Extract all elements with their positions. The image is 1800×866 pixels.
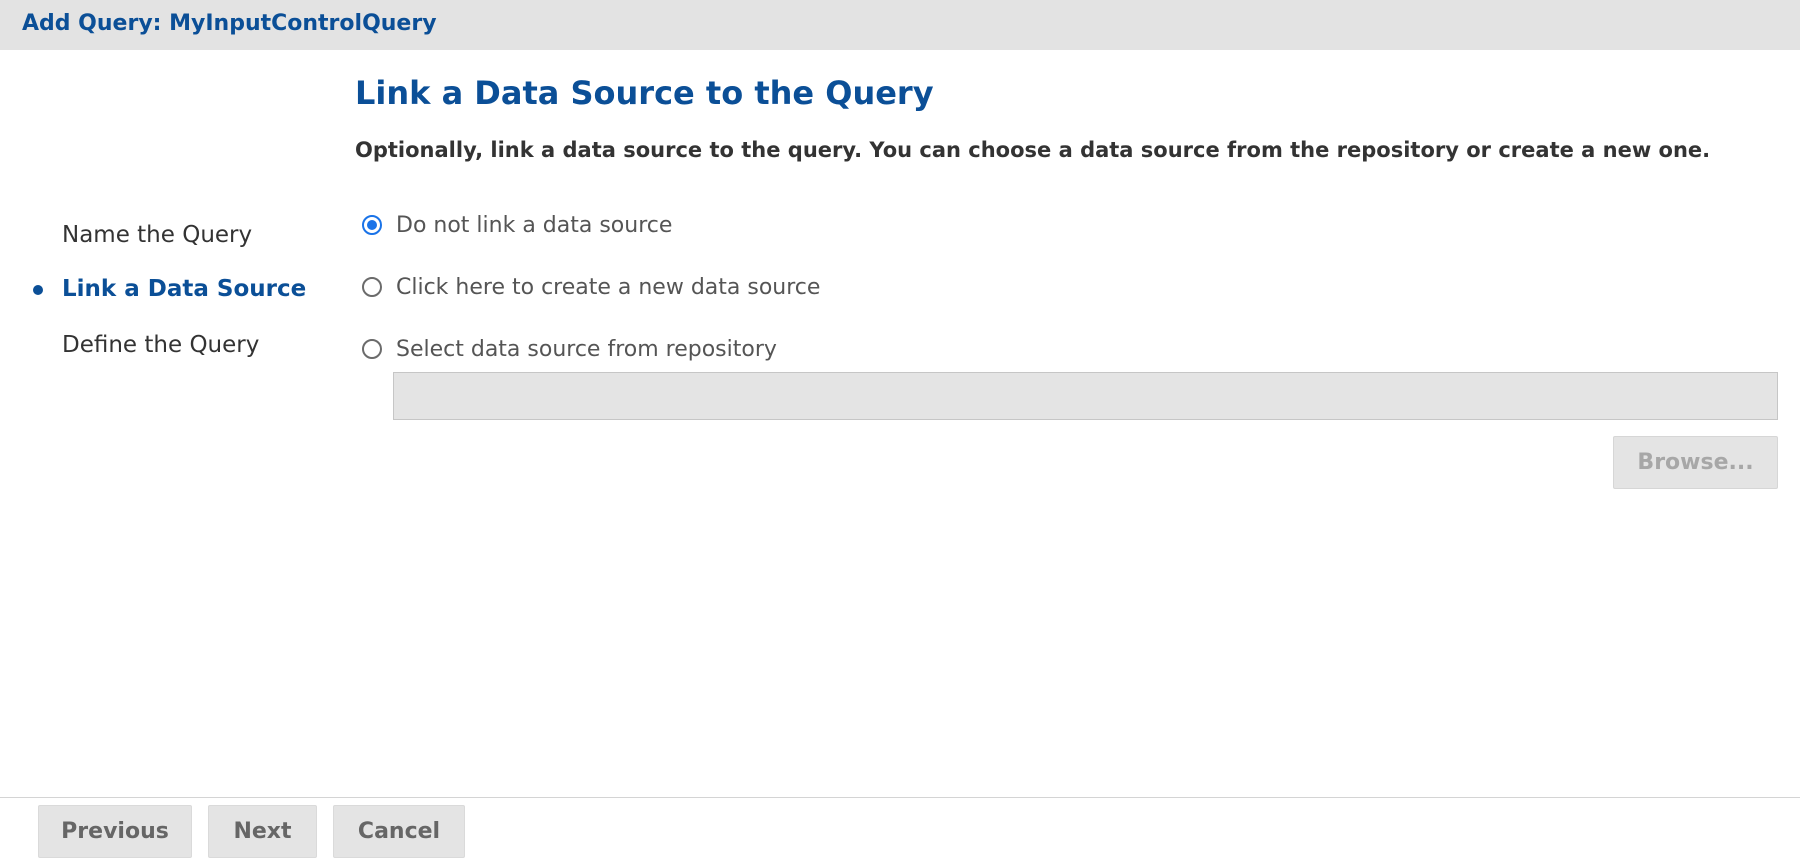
step-define-the-query[interactable]: Define the Query xyxy=(62,332,259,358)
active-step-bullet-icon xyxy=(33,285,43,295)
radio-no-data-source[interactable] xyxy=(362,215,382,235)
next-button[interactable]: Next xyxy=(208,805,317,858)
option-no-data-source-label[interactable]: Do not link a data source xyxy=(396,213,672,238)
radio-create-new-data-source[interactable] xyxy=(362,277,382,297)
radio-select-from-repository[interactable] xyxy=(362,339,382,359)
step-link-a-data-source[interactable]: Link a Data Source xyxy=(62,276,306,302)
cancel-button[interactable]: Cancel xyxy=(333,805,465,858)
browse-button[interactable]: Browse... xyxy=(1613,436,1778,489)
add-query-dialog: Add Query: MyInputControlQuery Name the … xyxy=(0,0,1800,866)
page-description: Optionally, link a data source to the qu… xyxy=(355,138,1711,162)
footer-divider xyxy=(0,797,1800,798)
option-no-data-source[interactable]: Do not link a data source xyxy=(362,212,672,238)
dialog-titlebar: Add Query: MyInputControlQuery xyxy=(0,0,1800,50)
option-select-from-repository-label[interactable]: Select data source from repository xyxy=(396,337,777,362)
step-name-the-query[interactable]: Name the Query xyxy=(62,222,252,248)
option-create-new-data-source-label[interactable]: Click here to create a new data source xyxy=(396,275,820,300)
dialog-title: Add Query: MyInputControlQuery xyxy=(22,11,437,36)
option-create-new-data-source[interactable]: Click here to create a new data source xyxy=(362,274,820,300)
option-select-from-repository[interactable]: Select data source from repository xyxy=(362,336,777,362)
previous-button[interactable]: Previous xyxy=(38,805,192,858)
page-title: Link a Data Source to the Query xyxy=(355,74,934,112)
repository-path-input[interactable] xyxy=(393,372,1778,420)
